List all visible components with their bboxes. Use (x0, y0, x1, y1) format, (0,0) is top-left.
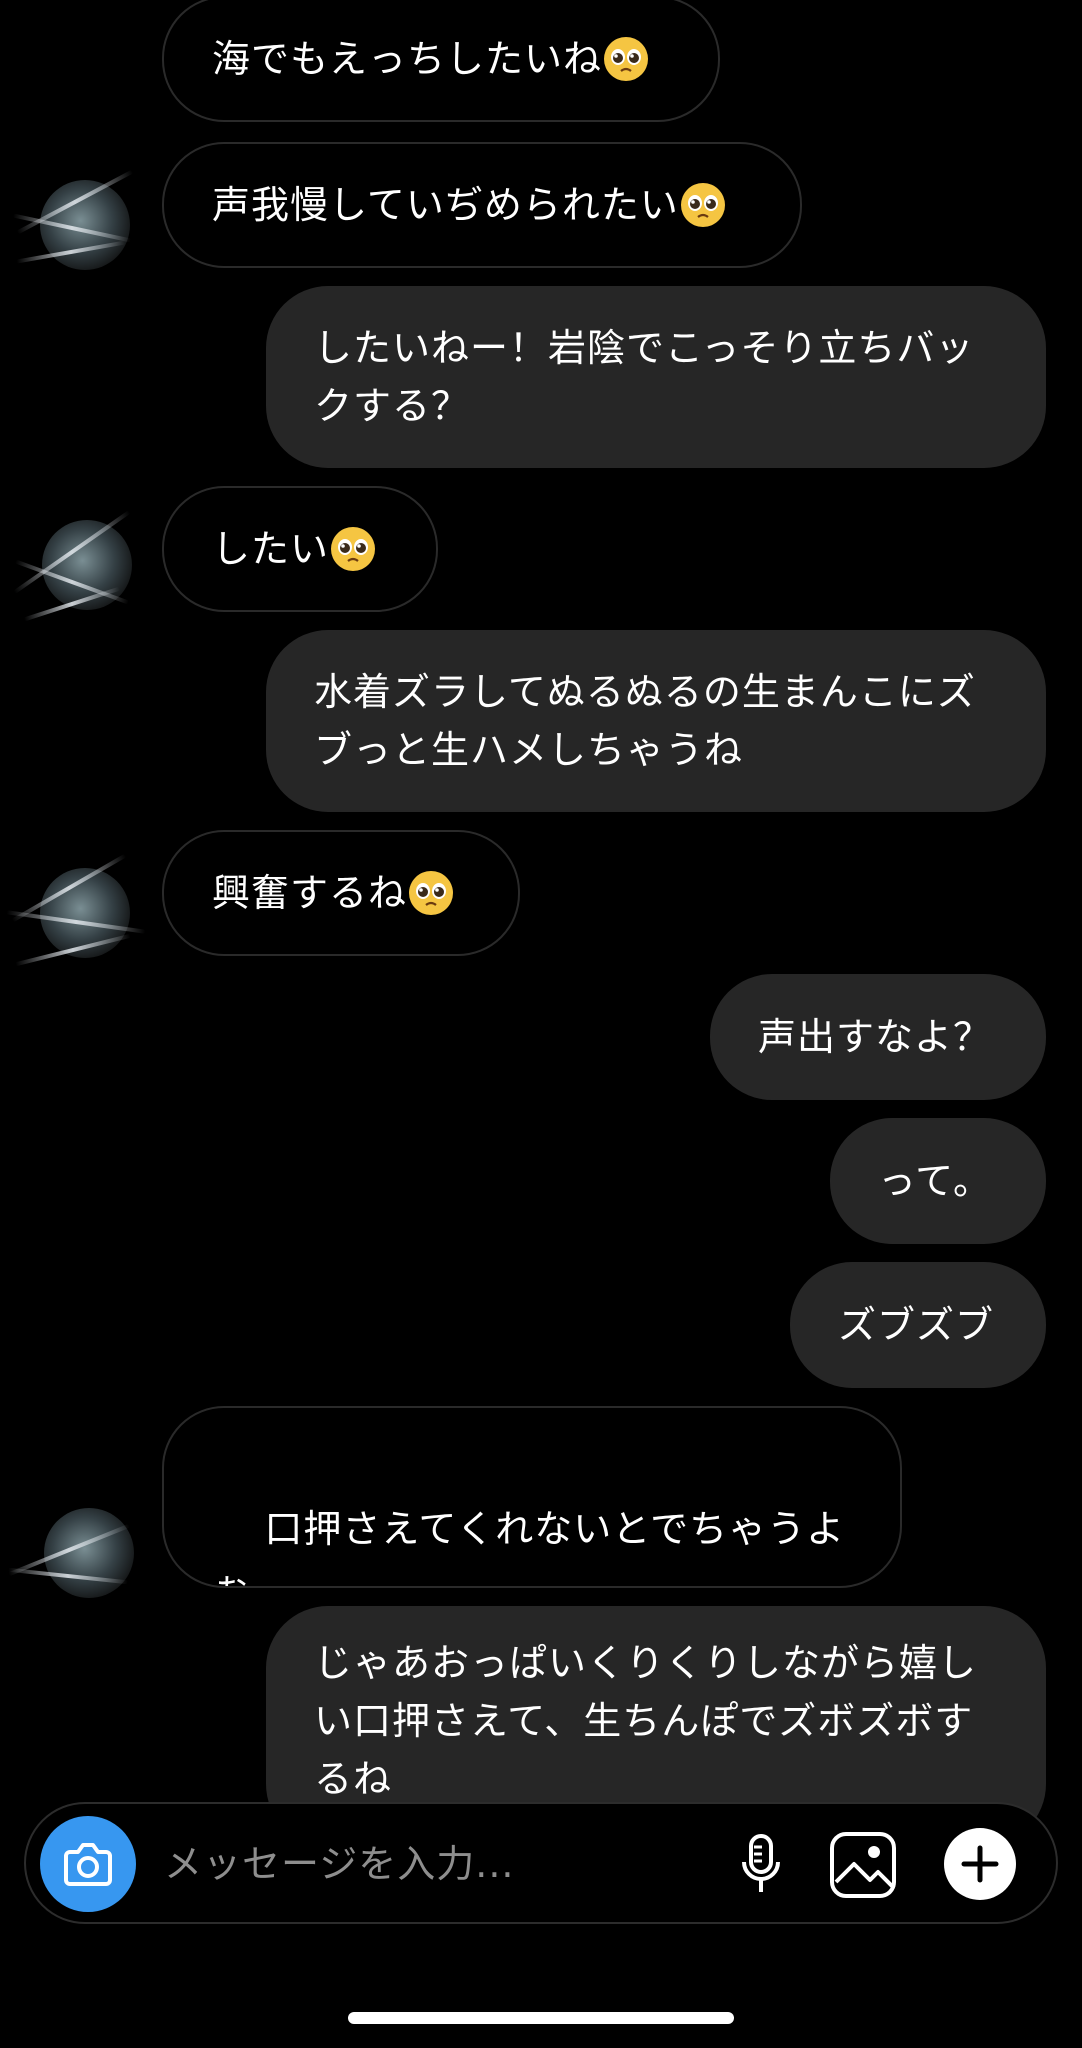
received-message[interactable]: したい (162, 486, 438, 612)
sent-message[interactable]: って。 (830, 1118, 1046, 1244)
pleading-face-icon (604, 37, 649, 81)
voice-message-button[interactable] (726, 1830, 796, 1900)
message-text: 興奮するね (212, 871, 408, 915)
message-text: 声我慢していぢめられたい (212, 183, 679, 227)
received-message[interactable]: 興奮するね (162, 830, 520, 956)
add-button[interactable] (944, 1828, 1016, 1900)
plus-icon (961, 1845, 999, 1883)
message-text: って。 (878, 1159, 992, 1203)
pleading-face-icon (409, 871, 454, 915)
message-text: ズブズブ (838, 1303, 995, 1347)
received-message[interactable]: 海でもえっちしたいね (162, 0, 720, 122)
home-indicator (348, 2012, 734, 2024)
contact-avatar[interactable] (12, 169, 134, 270)
contact-avatar[interactable] (13, 510, 132, 622)
message-text: 水着ズラしてぬるぬるの生まんこにズブっと生ハメしちゃうね (314, 670, 976, 772)
sent-message[interactable]: 声出すなよ？ (710, 974, 1046, 1100)
received-message[interactable]: 声我慢していぢめられたい (162, 142, 802, 268)
sent-message[interactable]: ズブズブ (790, 1262, 1046, 1388)
message-text: 口押さえてくれないとでちゃうよぉ (212, 1507, 846, 1588)
contact-avatar[interactable] (7, 1508, 134, 1598)
message-input[interactable]: メッセージを入力... (164, 1836, 514, 1892)
sent-message[interactable]: 水着ズラしてぬるぬるの生まんこにズブっと生ハメしちゃうね (266, 630, 1046, 812)
message-text: じゃあおっぱいくりくりしながら嬉しい口押さえて、生ちんぽでズボズボするね (314, 1641, 978, 1801)
microphone-icon (742, 1834, 780, 1892)
sent-message[interactable]: したいねー！岩陰でこっそり立ちバックする？ (266, 286, 1046, 468)
message-text: 声出すなよ？ (758, 1015, 993, 1059)
gallery-button[interactable] (828, 1830, 898, 1900)
camera-button[interactable] (40, 1816, 136, 1912)
pleading-face-icon (331, 527, 376, 571)
pleading-face-icon (680, 183, 725, 227)
camera-icon (64, 1843, 112, 1886)
message-composer: メッセージを入力... (24, 1802, 1058, 1924)
received-message[interactable]: 口押さえてくれないとでちゃうよぉ (162, 1406, 902, 1588)
message-text: したいねー！岩陰でこっそり立ちバックする？ (314, 326, 975, 428)
contact-avatar[interactable] (6, 853, 146, 967)
image-icon (830, 1832, 896, 1898)
message-text: したい (212, 527, 330, 571)
message-text: 海でもえっちしたいね (212, 37, 603, 81)
